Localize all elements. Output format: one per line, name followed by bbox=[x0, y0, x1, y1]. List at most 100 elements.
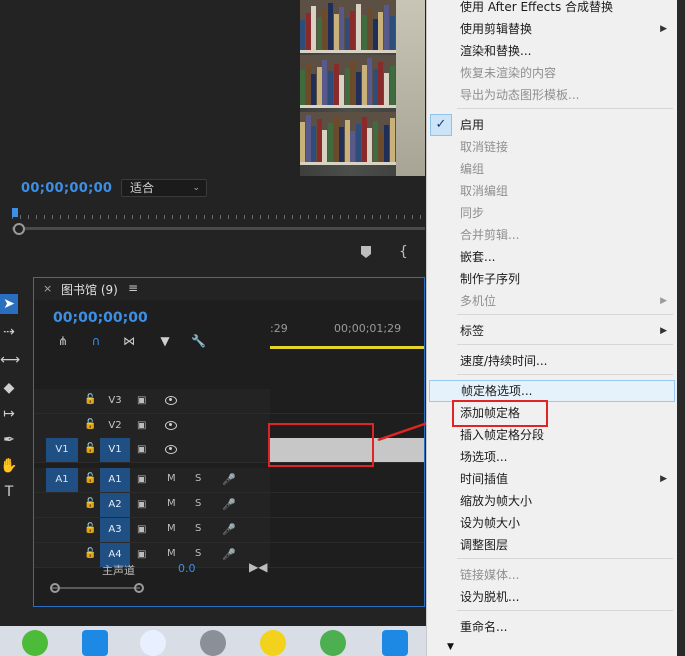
solo-button[interactable]: S bbox=[195, 548, 201, 559]
menu-item[interactable]: 帧定格选项... bbox=[429, 380, 675, 402]
track-lane[interactable] bbox=[270, 493, 424, 517]
solo-button[interactable]: S bbox=[195, 523, 201, 534]
sync-lock-icon[interactable]: ▣ bbox=[137, 524, 151, 536]
menu-item[interactable]: 插入帧定格分段 bbox=[427, 424, 677, 446]
android-icon[interactable] bbox=[22, 630, 48, 656]
menu-item[interactable]: 制作子序列 bbox=[427, 268, 677, 290]
track-lane[interactable] bbox=[270, 518, 424, 542]
lock-icon[interactable]: 🔓 bbox=[84, 548, 96, 559]
scrollbar-handle[interactable] bbox=[13, 223, 25, 235]
slip-tool-icon[interactable]: ↦ bbox=[0, 404, 18, 424]
go-to-end-icon[interactable]: ▶◀ bbox=[249, 560, 267, 574]
menu-item[interactable]: 设为帧大小 bbox=[427, 512, 677, 534]
eye-icon[interactable] bbox=[165, 396, 177, 405]
hand-tool-icon[interactable]: ✋ bbox=[0, 456, 18, 476]
menu-item[interactable]: 使用剪辑替换 ▶ bbox=[427, 18, 677, 40]
mute-button[interactable]: M bbox=[167, 523, 176, 534]
track-lane[interactable] bbox=[270, 543, 424, 567]
track-lane[interactable] bbox=[270, 468, 424, 492]
lock-icon[interactable]: 🔓 bbox=[84, 394, 96, 405]
source-patch[interactable]: A1 bbox=[46, 468, 78, 492]
lock-icon[interactable]: 🔓 bbox=[84, 419, 96, 430]
menu-item[interactable]: 标签 ▶ bbox=[427, 320, 677, 342]
menu-item[interactable]: 嵌套... bbox=[427, 246, 677, 268]
menu-item[interactable]: 使用 After Effects 合成替换 bbox=[427, 0, 677, 18]
razor-tool-icon[interactable]: ◆ bbox=[0, 378, 18, 398]
master-volume-value[interactable]: 0.0 bbox=[178, 562, 196, 575]
blue-star-app-icon[interactable] bbox=[382, 630, 408, 656]
timeline-scrollbar[interactable] bbox=[50, 587, 140, 589]
sync-lock-icon[interactable]: ▣ bbox=[137, 499, 151, 511]
p-app-icon[interactable] bbox=[82, 630, 108, 656]
ruler-tick bbox=[348, 215, 349, 219]
solo-button[interactable]: S bbox=[195, 473, 201, 484]
menu-item[interactable]: 速度/持续时间... bbox=[427, 350, 677, 372]
menu-item[interactable]: 时间插值 ▶ bbox=[427, 468, 677, 490]
track-target[interactable]: A1 bbox=[100, 468, 130, 492]
pen-tool-icon[interactable]: ✒ bbox=[0, 430, 18, 450]
mute-button[interactable]: M bbox=[167, 473, 176, 484]
timeline-timecode[interactable]: 00;00;00;00 bbox=[53, 310, 148, 326]
cloud-app-icon[interactable] bbox=[140, 630, 166, 656]
menu-item-label: 使用剪辑替换 bbox=[460, 22, 533, 36]
monitor-scrollbar[interactable] bbox=[12, 227, 425, 230]
track-target[interactable]: A2 bbox=[100, 493, 130, 517]
book-spine bbox=[350, 131, 356, 162]
eye-icon[interactable] bbox=[165, 445, 177, 454]
type-tool-icon[interactable]: T bbox=[0, 482, 18, 502]
sync-lock-icon[interactable]: ▣ bbox=[137, 474, 151, 486]
solo-button[interactable]: S bbox=[195, 498, 201, 509]
panel-menu-icon[interactable]: ≡ bbox=[128, 281, 138, 295]
track-select-tool-icon[interactable]: ⇢ bbox=[0, 322, 18, 342]
add-marker-icon[interactable]: ▼ bbox=[158, 334, 172, 348]
menu-item[interactable]: 渲染和替换... bbox=[427, 40, 677, 62]
lock-icon[interactable]: 🔓 bbox=[84, 523, 96, 534]
scrollbar-handle-right[interactable] bbox=[134, 583, 144, 593]
eye-icon[interactable] bbox=[165, 421, 177, 430]
menu-item[interactable]: 缩放为帧大小 bbox=[427, 490, 677, 512]
mic-icon[interactable]: 🎤 bbox=[222, 548, 236, 561]
nest-toggle-icon[interactable]: ⋔ bbox=[56, 334, 70, 348]
zoom-fit-dropdown[interactable]: 适合 ⌄ bbox=[121, 179, 207, 197]
scrollbar-handle-left[interactable] bbox=[50, 583, 60, 593]
menu-item[interactable]: 启用 bbox=[427, 114, 677, 136]
menu-scroll-down-icon[interactable]: ▼ bbox=[447, 642, 454, 652]
wrench-settings-icon[interactable]: 🔧 bbox=[191, 334, 206, 348]
add-marker-icon[interactable] bbox=[361, 246, 371, 258]
close-icon[interactable]: × bbox=[43, 282, 52, 295]
sync-lock-icon[interactable]: ▣ bbox=[137, 444, 151, 456]
mute-button[interactable]: M bbox=[167, 548, 176, 559]
linked-selection-icon[interactable]: ⋈ bbox=[122, 334, 136, 348]
source-patch[interactable]: V1 bbox=[46, 438, 78, 462]
menu-item[interactable]: 场选项... bbox=[427, 446, 677, 468]
lock-icon[interactable]: 🔓 bbox=[84, 498, 96, 509]
camera-app-icon[interactable] bbox=[200, 630, 226, 656]
playhead-marker[interactable] bbox=[12, 208, 18, 217]
selection-tool-icon[interactable]: ➤ bbox=[0, 294, 18, 314]
playhead-timecode[interactable]: 00;00;00;00 bbox=[21, 181, 112, 196]
mic-icon[interactable]: 🎤 bbox=[222, 473, 236, 486]
menu-item[interactable]: 调整图层 bbox=[427, 534, 677, 556]
sequence-tab[interactable]: 图书馆 (9) bbox=[61, 281, 118, 298]
mark-in-icon[interactable]: { bbox=[399, 244, 408, 260]
mic-icon[interactable]: 🎤 bbox=[222, 523, 236, 536]
ripple-edit-tool-icon[interactable]: ⟷ bbox=[0, 350, 20, 370]
track-target[interactable]: V2 bbox=[100, 414, 130, 438]
mute-button[interactable]: M bbox=[167, 498, 176, 509]
lock-icon[interactable]: 🔓 bbox=[84, 473, 96, 484]
work-area-bar[interactable] bbox=[270, 346, 424, 349]
track-target[interactable]: V3 bbox=[100, 389, 130, 413]
green-app-icon[interactable] bbox=[320, 630, 346, 656]
lock-icon[interactable]: 🔓 bbox=[84, 443, 96, 454]
sync-lock-icon[interactable]: ▣ bbox=[137, 420, 151, 432]
snap-magnet-icon[interactable]: ∩ bbox=[89, 334, 103, 348]
monitor-time-ruler[interactable] bbox=[12, 212, 425, 222]
sync-lock-icon[interactable]: ▣ bbox=[137, 549, 151, 561]
yellow-app-icon[interactable] bbox=[260, 630, 286, 656]
sync-lock-icon[interactable]: ▣ bbox=[137, 395, 151, 407]
menu-item[interactable]: 设为脱机... bbox=[427, 586, 677, 608]
track-target[interactable]: V1 bbox=[100, 438, 130, 462]
mic-icon[interactable]: 🎤 bbox=[222, 498, 236, 511]
menu-item[interactable]: 重命名... bbox=[427, 616, 677, 638]
track-target[interactable]: A3 bbox=[100, 518, 130, 542]
